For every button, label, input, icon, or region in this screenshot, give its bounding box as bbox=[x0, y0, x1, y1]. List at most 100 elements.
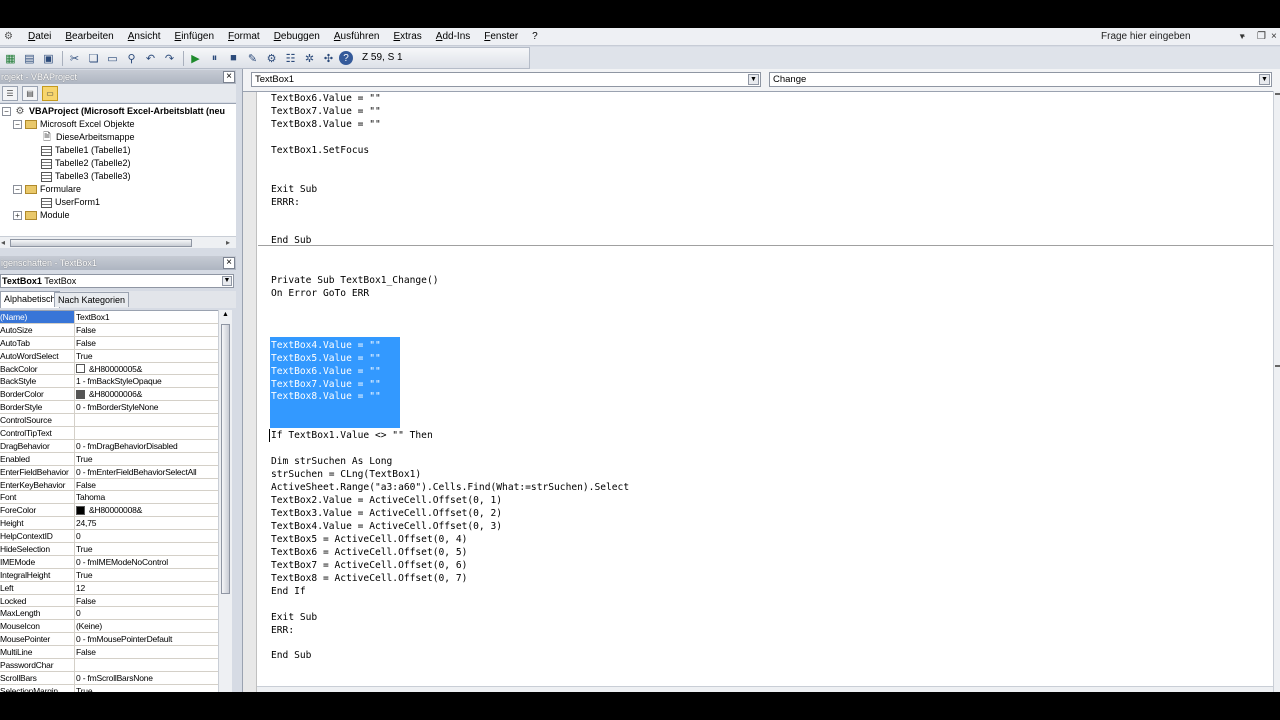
collapse-icon[interactable]: − bbox=[13, 185, 22, 194]
property-value[interactable]: 0 - fmDragBehaviorDisabled bbox=[75, 440, 218, 452]
project-explorer-icon[interactable]: ⚙ bbox=[263, 50, 280, 67]
menu-add-ins[interactable]: Add-Ins bbox=[430, 28, 478, 46]
property-row[interactable]: IntegralHeight True bbox=[0, 568, 218, 582]
chevron-down-icon[interactable]: ▼ bbox=[222, 276, 232, 286]
undo-icon[interactable]: ↶ bbox=[142, 50, 159, 67]
menu-extras[interactable]: Extras bbox=[387, 28, 429, 46]
property-value[interactable]: TextBox1 bbox=[75, 311, 218, 323]
expand-icon[interactable]: + bbox=[13, 211, 22, 220]
tree-item-workbook[interactable]: 🗎 DieseArbeitsmappe bbox=[41, 131, 135, 144]
code-editor[interactable]: TextBox6.Value = "" TextBox7.Value = "" Te… bbox=[243, 91, 1273, 692]
paste-icon[interactable]: ▭ bbox=[104, 50, 121, 67]
property-row[interactable]: AutoTab False bbox=[0, 336, 218, 350]
property-value[interactable]: False bbox=[75, 337, 218, 349]
scroll-up-icon[interactable]: ▲ bbox=[222, 311, 229, 318]
property-value[interactable]: False bbox=[75, 479, 218, 491]
property-value[interactable]: (Keine) bbox=[75, 620, 218, 632]
indicator-margin[interactable] bbox=[243, 92, 257, 692]
property-value[interactable]: 0 - fmMousePointerDefault bbox=[75, 633, 218, 645]
property-value[interactable] bbox=[75, 659, 218, 671]
copy-icon[interactable]: ❏ bbox=[85, 50, 102, 67]
property-value[interactable]: Tahoma bbox=[75, 491, 218, 503]
find-icon[interactable]: ⚲ bbox=[123, 50, 140, 67]
tree-item-vbaproject[interactable]: − ⚙ VBAProject (Microsoft Excel-Arbeitsb… bbox=[2, 105, 225, 118]
property-row[interactable]: HideSelection True bbox=[0, 543, 218, 556]
property-value[interactable]: True bbox=[75, 685, 218, 692]
chevron-down-icon[interactable]: ▼ bbox=[748, 74, 759, 85]
property-row[interactable]: Height 24,75 bbox=[0, 517, 218, 531]
tree-item-excel-objects[interactable]: − Microsoft Excel Objekte bbox=[13, 118, 135, 131]
property-row[interactable]: Left 12 bbox=[0, 581, 218, 595]
view-code-icon[interactable]: ☰ bbox=[2, 85, 18, 101]
property-value[interactable]: 24,75 bbox=[75, 517, 218, 529]
menu-fenster[interactable]: Fenster bbox=[478, 28, 526, 46]
property-value[interactable]: &H80000005& bbox=[75, 363, 218, 375]
toolbox-icon[interactable]: ✣ bbox=[320, 50, 337, 67]
property-value[interactable]: 0 - fmBorderStyleNone bbox=[75, 401, 218, 413]
property-row[interactable]: BackStyle 1 - fmBackStyleOpaque bbox=[0, 375, 218, 389]
property-row[interactable]: HelpContextID 0 bbox=[0, 530, 218, 544]
property-row[interactable]: AutoWordSelect True bbox=[0, 349, 218, 363]
properties-vscrollbar[interactable]: ▲ bbox=[218, 310, 232, 692]
properties-object-combo[interactable]: TextBox1 TextBox ▼ bbox=[0, 274, 234, 288]
tree-item-module[interactable]: + Module bbox=[13, 209, 70, 222]
menu-format[interactable]: Format bbox=[222, 28, 268, 46]
property-value[interactable]: False bbox=[75, 324, 218, 336]
insert-userform-icon[interactable]: ▤ bbox=[21, 50, 38, 67]
cut-icon[interactable]: ✂ bbox=[66, 50, 83, 67]
property-row[interactable]: ScrollBars 0 - fmScrollBarsNone bbox=[0, 671, 218, 685]
property-row[interactable]: MouseIcon (Keine) bbox=[0, 620, 218, 634]
reset-icon[interactable]: ■ bbox=[225, 50, 242, 67]
vba-app-icon[interactable]: ⚙ bbox=[4, 31, 18, 43]
tree-item-tabelle3[interactable]: Tabelle3 (Tabelle3) bbox=[41, 170, 131, 183]
properties-window-icon[interactable]: ☷ bbox=[282, 50, 299, 67]
project-hscrollbar[interactable]: ◂ ▸ bbox=[0, 236, 236, 248]
property-value[interactable]: True bbox=[75, 350, 218, 362]
restore-icon[interactable]: ❐ bbox=[1257, 29, 1266, 44]
menu-einfuegen[interactable]: Einfügen bbox=[169, 28, 222, 46]
tree-item-tabelle1[interactable]: Tabelle1 (Tabelle1) bbox=[41, 144, 131, 157]
scroll-thumb[interactable] bbox=[221, 324, 230, 594]
tree-item-userform1[interactable]: UserForm1 bbox=[41, 196, 100, 209]
break-icon[interactable]: ⏸ bbox=[206, 50, 223, 67]
minimize-icon[interactable]: - bbox=[1242, 29, 1245, 44]
property-value[interactable]: True bbox=[75, 453, 218, 465]
property-row[interactable]: ForeColor &H80000008& bbox=[0, 504, 218, 518]
property-value[interactable]: 0 - fmIMEModeNoControl bbox=[75, 556, 218, 568]
property-row[interactable]: BorderColor &H80000006& bbox=[0, 388, 218, 402]
menu-ansicht[interactable]: Ansicht bbox=[122, 28, 169, 46]
tree-item-tabelle2[interactable]: Tabelle2 (Tabelle2) bbox=[41, 157, 131, 170]
view-object-icon[interactable]: ▤ bbox=[22, 85, 38, 101]
toggle-folders-icon[interactable]: ▭ bbox=[42, 85, 58, 101]
help-icon[interactable]: ? bbox=[339, 51, 353, 65]
property-value[interactable] bbox=[75, 414, 218, 426]
close-icon[interactable]: × bbox=[223, 257, 235, 269]
property-value[interactable]: False bbox=[75, 646, 218, 658]
help-question-input[interactable]: Frage hier eingeben ▼ bbox=[1098, 29, 1248, 44]
menu-help[interactable]: ? bbox=[526, 28, 546, 46]
property-value[interactable]: False bbox=[75, 595, 218, 607]
object-browser-icon[interactable]: ✲ bbox=[301, 50, 318, 67]
property-row[interactable]: Locked False bbox=[0, 594, 218, 608]
property-row[interactable]: EnterFieldBehavior 0 - fmEnterFieldBehavi… bbox=[0, 465, 218, 479]
design-mode-icon[interactable]: ✎ bbox=[244, 50, 261, 67]
tab-nach-kategorien[interactable]: Nach Kategorien bbox=[54, 292, 130, 307]
property-row[interactable]: SelectionMargin True bbox=[0, 684, 218, 692]
code-vscrollbar[interactable] bbox=[1273, 91, 1280, 692]
collapse-icon[interactable]: − bbox=[2, 107, 11, 116]
property-value[interactable]: &H80000008& bbox=[75, 504, 218, 516]
property-value[interactable]: 0 - fmScrollBarsNone bbox=[75, 672, 218, 684]
menu-debuggen[interactable]: Debuggen bbox=[268, 28, 328, 46]
property-value[interactable]: 12 bbox=[75, 582, 218, 594]
scroll-right-icon[interactable]: ▸ bbox=[226, 237, 230, 249]
scroll-thumb[interactable] bbox=[10, 239, 192, 247]
collapse-icon[interactable]: − bbox=[13, 120, 22, 129]
object-combo[interactable]: TextBox1 ▼ bbox=[251, 72, 761, 87]
property-row[interactable]: AutoSize False bbox=[0, 323, 218, 337]
menu-datei[interactable]: Datei bbox=[22, 28, 59, 46]
chevron-down-icon[interactable]: ▼ bbox=[1259, 74, 1270, 85]
tree-item-formulare[interactable]: − Formulare bbox=[13, 183, 81, 196]
property-value[interactable] bbox=[75, 427, 218, 439]
property-value[interactable]: 1 - fmBackStyleOpaque bbox=[75, 375, 218, 387]
menu-bearbeiten[interactable]: Bearbeiten bbox=[59, 28, 121, 46]
